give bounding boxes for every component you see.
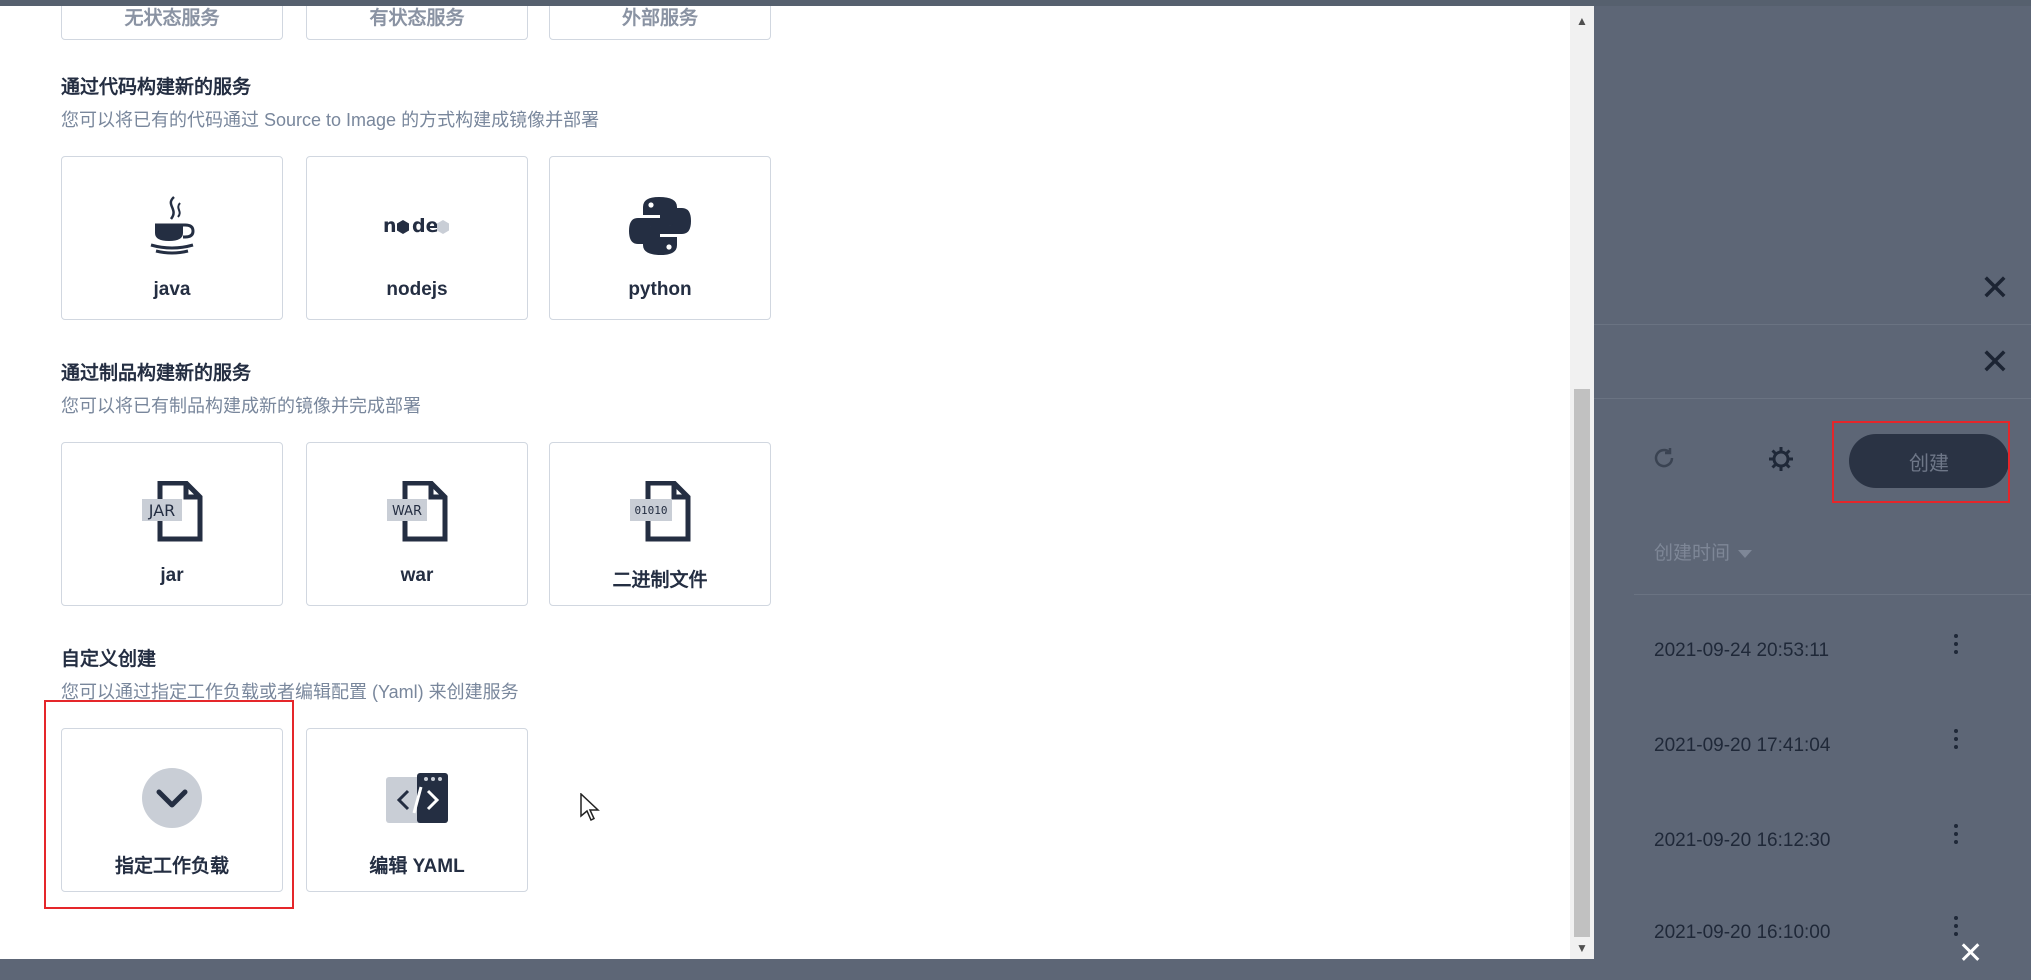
more-options-icon[interactable] bbox=[1949, 634, 1963, 660]
close-icon[interactable]: ✕ bbox=[1979, 344, 2011, 380]
created-timestamp: 2021-09-20 17:41:04 bbox=[1654, 735, 1831, 756]
list-row: 2021-09-20 17:41:04 bbox=[1594, 699, 2031, 793]
card-label: 编辑 YAML bbox=[369, 856, 465, 877]
scroll-up-arrow-icon[interactable]: ▲ bbox=[1570, 10, 1594, 32]
card-label: jar bbox=[160, 565, 184, 586]
war-card[interactable]: WAR war bbox=[306, 442, 528, 606]
section-desc-code: 您可以将已有的代码通过 Source to Image 的方式构建成镜像并部署 bbox=[61, 110, 600, 130]
yaml-code-icon bbox=[307, 767, 527, 829]
section-title-custom: 自定义创建 bbox=[61, 649, 157, 670]
svg-text:n: n bbox=[383, 215, 397, 237]
created-timestamp: 2021-09-24 20:53:11 bbox=[1654, 640, 1830, 661]
card-label: nodejs bbox=[386, 279, 448, 300]
stateful-service-card[interactable]: 有状态服务 bbox=[306, 6, 528, 40]
python-icon bbox=[550, 195, 770, 257]
external-service-card[interactable]: 外部服务 bbox=[549, 6, 771, 40]
card-label: 二进制文件 bbox=[612, 570, 708, 591]
refresh-icon[interactable] bbox=[1652, 446, 1676, 477]
workload-card-highlight bbox=[44, 700, 294, 909]
created-timestamp: 2021-09-20 16:10:00 bbox=[1654, 922, 1831, 943]
close-icon[interactable]: ✕ bbox=[1979, 270, 2011, 306]
close-icon[interactable]: ✕ bbox=[1958, 939, 1983, 969]
list-row: 2021-09-20 16:10:00 bbox=[1594, 886, 2031, 980]
binary-file-icon: 01010 bbox=[550, 481, 770, 543]
section-desc-artifact: 您可以将已有制品构建成新的镜像并完成部署 bbox=[61, 396, 421, 416]
settings-gear-icon[interactable] bbox=[1768, 446, 1794, 479]
binary-file-card[interactable]: 01010 二进制文件 bbox=[549, 442, 771, 606]
card-label: 有状态服务 bbox=[369, 8, 465, 29]
scroll-down-arrow-icon[interactable]: ▼ bbox=[1570, 937, 1594, 959]
sort-label-text: 创建时间 bbox=[1654, 543, 1731, 564]
panel-divider bbox=[1594, 324, 2031, 325]
create-button-highlight bbox=[1832, 421, 2010, 503]
jar-file-icon: JAR bbox=[62, 481, 282, 543]
panel-divider bbox=[1594, 398, 2031, 399]
background-list-panel: ✕ ✕ 创建 创建时间 2021-09-24 20:53:11 2021-09-… bbox=[1594, 6, 2031, 969]
nodejs-icon: n de bbox=[307, 195, 527, 257]
panel-divider bbox=[1634, 594, 2031, 595]
mouse-cursor-icon bbox=[580, 792, 600, 826]
edit-yaml-card[interactable]: 编辑 YAML bbox=[306, 728, 528, 892]
create-service-modal: 无状态服务 有状态服务 外部服务 通过代码构建新的服务 您可以将已有的代码通过 … bbox=[0, 6, 1594, 959]
more-options-icon[interactable] bbox=[1949, 824, 1963, 850]
jar-card[interactable]: JAR jar bbox=[61, 442, 283, 606]
java-icon bbox=[62, 195, 282, 257]
list-row: 2021-09-24 20:53:11 bbox=[1594, 604, 2031, 698]
section-title-artifact: 通过制品构建新的服务 bbox=[61, 363, 252, 384]
list-row: 2021-09-20 16:12:30 bbox=[1594, 794, 2031, 888]
nodejs-card[interactable]: n de nodejs bbox=[306, 156, 528, 320]
scrollbar-thumb[interactable] bbox=[1574, 389, 1590, 937]
svg-text:JAR: JAR bbox=[148, 501, 176, 520]
card-label: 外部服务 bbox=[621, 8, 698, 29]
svg-text:de: de bbox=[412, 215, 439, 237]
more-options-icon[interactable] bbox=[1949, 729, 1963, 755]
card-label: 无状态服务 bbox=[124, 8, 220, 29]
sort-by-created-time[interactable]: 创建时间 bbox=[1654, 538, 1753, 565]
war-file-icon: WAR bbox=[307, 481, 527, 543]
python-card[interactable]: python bbox=[549, 156, 771, 320]
card-label: war bbox=[400, 565, 434, 586]
section-title-code: 通过代码构建新的服务 bbox=[61, 77, 252, 98]
vertical-scrollbar[interactable]: ▲ ▼ bbox=[1570, 6, 1594, 959]
card-label: java bbox=[153, 279, 191, 300]
card-label: python bbox=[628, 279, 692, 300]
stateless-service-card[interactable]: 无状态服务 bbox=[61, 6, 283, 40]
svg-text:01010: 01010 bbox=[634, 504, 667, 517]
svg-text:WAR: WAR bbox=[392, 504, 422, 519]
java-card[interactable]: java bbox=[61, 156, 283, 320]
caret-down-icon bbox=[1738, 549, 1753, 558]
created-timestamp: 2021-09-20 16:12:30 bbox=[1654, 830, 1831, 851]
